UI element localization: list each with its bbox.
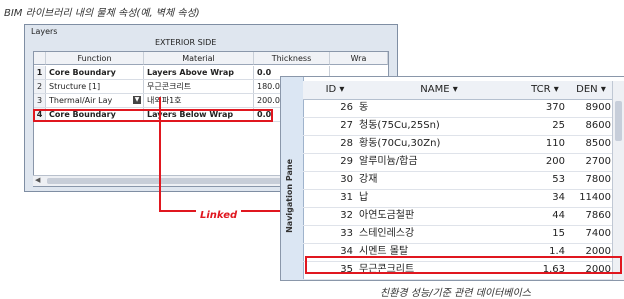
table-header: ID ▾ NAME ▾ TCR ▾ DEN ▾ [303,81,624,100]
cell-name: 황동(70Cu,30Zn) [359,138,441,149]
scrollbar-thumb[interactable] [47,178,287,184]
cell-id: 32 [340,210,353,221]
row-number: 3 [34,94,46,107]
cell-name: 납 [359,192,369,203]
table-row[interactable]: 30 강재 53 7800 [303,171,624,190]
exterior-side-label: EXTERIOR SIDE [155,38,217,47]
cell-id: 29 [340,156,353,167]
cell-den: 7860 [585,210,611,221]
scroll-left-icon[interactable]: ◀ [35,176,40,184]
cell-id: 28 [340,138,353,149]
column-header-tcr-label: TCR [531,84,551,95]
cell-id: 31 [340,192,353,203]
cell-tcr: 200 [545,156,565,167]
cell-tcr: 53 [552,174,565,185]
cell-name: 청동(75Cu,25Sn) [359,120,440,131]
column-header-id-label: ID [325,84,337,95]
cell-den: 2700 [585,156,611,167]
sort-dropdown-icon[interactable]: ▾ [601,84,606,95]
column-header-name-label: NAME [420,84,450,95]
header-function[interactable]: Function [46,52,144,65]
chevron-down-icon[interactable]: ▼ [133,96,141,104]
column-header-tcr[interactable]: TCR ▾ [525,81,565,99]
top-caption: BIM 라이브러리 내의 물체 속성(예, 벽체 속성) [4,8,200,19]
header-wraps[interactable]: Wra [330,52,388,65]
table-row[interactable]: 31 납 34 11400 [303,189,624,208]
layers-header-row: Function Material Thickness Wra [34,52,388,65]
layer-function-text: Thermal/Air Lay [49,96,113,105]
scrollbar-thumb[interactable] [615,101,622,141]
cell-tcr: 25 [552,120,565,131]
header-thickness[interactable]: Thickness [254,52,330,65]
cell-tcr: 110 [545,138,565,149]
structure-row-highlight [33,109,273,122]
layer-function[interactable]: Core Boundary [46,66,144,79]
bottom-caption: 친환경 성능/기준 관련 데이터베이스 [380,288,531,299]
navigation-pane[interactable]: Navigation Pane [281,77,304,280]
column-header-den[interactable]: DEN ▾ [571,81,611,99]
cell-id: 33 [340,228,353,239]
sort-dropdown-icon[interactable]: ▾ [339,84,344,95]
layer-material[interactable]: 무근콘크리트 [144,80,254,93]
table-row[interactable]: 26 동 370 8900 [303,99,624,118]
layer-function[interactable]: Thermal/Air Lay ▼ [46,94,144,107]
linked-label: Linked [196,210,242,221]
cell-id: 26 [340,102,353,113]
cell-tcr: 44 [552,210,565,221]
database-window: Navigation Pane ID ▾ NAME ▾ TCR ▾ DEN ▾ … [280,76,624,281]
header-material[interactable]: Material [144,52,254,65]
cell-den: 8500 [585,138,611,149]
link-connector [159,97,161,211]
cell-name: 알루미늄/합금 [359,156,418,167]
layer-material[interactable]: Layers Above Wrap [144,66,254,79]
table-row[interactable]: 33 스테인레스강 15 7400 [303,225,624,244]
materials-table: ID ▾ NAME ▾ TCR ▾ DEN ▾ 26 동 370 8900 27… [303,77,624,280]
layers-title: Layers [31,27,58,36]
table-row[interactable]: 32 아연도금철판 44 7860 [303,207,624,226]
cell-den: 8900 [585,102,611,113]
cell-tcr: 15 [552,228,565,239]
table-row[interactable]: 28 황동(70Cu,30Zn) 110 8500 [303,135,624,154]
cell-den: 7800 [585,174,611,185]
vertical-scrollbar[interactable] [612,81,624,280]
cell-name: 아연도금철판 [359,210,415,221]
table-row[interactable]: 29 알루미늄/합금 200 2700 [303,153,624,172]
sort-dropdown-icon[interactable]: ▾ [554,84,559,95]
sort-dropdown-icon[interactable]: ▾ [453,84,458,95]
layer-function[interactable]: Structure [1] [46,80,144,93]
row-number: 1 [34,66,46,79]
cell-id: 27 [340,120,353,131]
cell-den: 7400 [585,228,611,239]
cell-tcr: 34 [552,192,565,203]
cell-den: 8600 [585,120,611,131]
row-number: 2 [34,80,46,93]
cell-den: 11400 [579,192,611,203]
column-header-name[interactable]: NAME ▾ [359,81,519,99]
navigation-pane-label: Navigation Pane [285,159,294,233]
table-row[interactable]: 27 청동(75Cu,25Sn) 25 8600 [303,117,624,136]
cell-name: 동 [359,102,369,113]
cell-tcr: 370 [545,102,565,113]
cell-name: 강재 [359,174,378,185]
cell-name: 스테인레스강 [359,228,415,239]
column-header-id[interactable]: ID ▾ [315,81,355,99]
header-num [34,52,46,65]
cell-id: 30 [340,174,353,185]
concrete-row-highlight [305,256,622,274]
column-header-den-label: DEN [576,84,598,95]
